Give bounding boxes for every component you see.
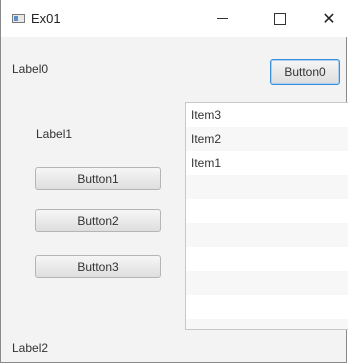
maximize-icon bbox=[274, 12, 286, 25]
list-item[interactable]: Item3 bbox=[186, 103, 348, 127]
window-title: Ex01 bbox=[31, 11, 61, 26]
list-item[interactable]: Item1 bbox=[186, 151, 348, 175]
app-window-icon bbox=[12, 14, 25, 23]
button2[interactable]: Button2 bbox=[35, 209, 161, 232]
title-bar[interactable]: Ex01 ✕ bbox=[1, 0, 348, 37]
list-item[interactable] bbox=[186, 319, 348, 329]
list-item[interactable]: Item2 bbox=[186, 127, 348, 151]
label2: Label2 bbox=[12, 341, 49, 355]
minimize-button[interactable] bbox=[199, 0, 245, 37]
app-window: Ex01 ✕ Label0 Button0 Label1 Button1 But… bbox=[0, 0, 348, 363]
button0[interactable]: Button0 bbox=[270, 59, 340, 85]
button1[interactable]: Button1 bbox=[35, 167, 161, 190]
minimize-icon bbox=[216, 18, 228, 19]
maximize-button[interactable] bbox=[257, 0, 303, 37]
label1: Label1 bbox=[36, 127, 73, 141]
list-item[interactable] bbox=[186, 295, 348, 319]
list-item[interactable] bbox=[186, 199, 348, 223]
close-icon: ✕ bbox=[322, 10, 336, 28]
label0: Label0 bbox=[12, 62, 49, 76]
list-item[interactable] bbox=[186, 247, 348, 271]
close-button[interactable]: ✕ bbox=[309, 0, 348, 37]
list-item[interactable] bbox=[186, 223, 348, 247]
list-item[interactable] bbox=[186, 271, 348, 295]
list-item[interactable] bbox=[186, 175, 348, 199]
button3[interactable]: Button3 bbox=[35, 255, 161, 278]
list-view[interactable]: Item3 Item2 Item1 bbox=[185, 102, 348, 330]
